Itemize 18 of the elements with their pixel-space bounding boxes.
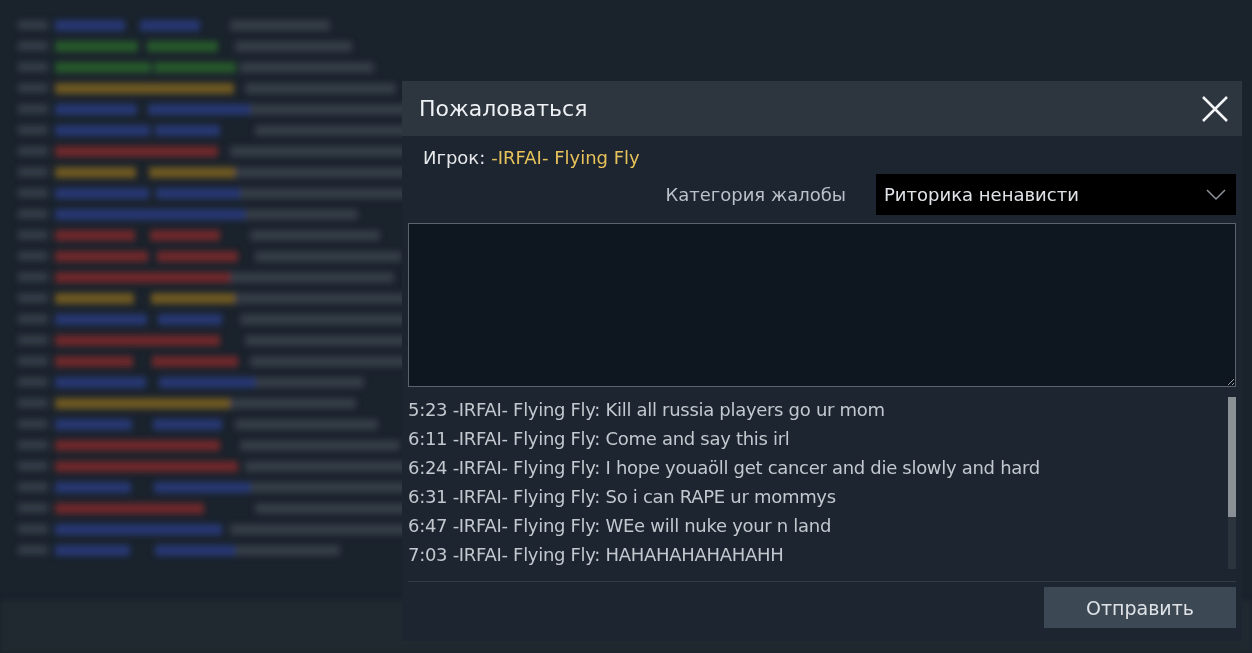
chat-message: 6:47 -IRFAI- Flying Fly: WEe will nuke your n land <box>408 514 833 538</box>
category-dropdown[interactable]: Риторика ненависти <box>876 174 1236 215</box>
chat-message: 5:23 -IRFAI- Flying Fly: Kill all russia players go ur mom <box>408 398 886 422</box>
chat-message: 6:11 -IRFAI- Flying Fly: Come and say this irl <box>408 427 791 451</box>
close-button[interactable] <box>1200 93 1230 124</box>
chevron-down-icon <box>1206 188 1226 201</box>
scrollbar-thumb[interactable] <box>1228 397 1236 518</box>
send-button[interactable]: Отправить <box>1044 587 1236 628</box>
close-icon <box>1200 93 1230 124</box>
chat-message: 6:31 -IRFAI- Flying Fly: So i can RAPE ur mommys <box>408 485 837 509</box>
category-label: Категория жалобы <box>665 184 846 205</box>
player-name: -IRFAI- Flying Fly <box>491 146 640 168</box>
scrollbar[interactable] <box>1228 397 1236 569</box>
player-label: Игрок: <box>423 146 486 168</box>
dialog-title: Пожаловаться <box>419 96 588 121</box>
comment-field[interactable] <box>408 223 1236 387</box>
chat-message: 6:24 -IRFAI- Flying Fly: I hope youaöll get cancer and die slowly and hard <box>408 456 1041 480</box>
chat-message: 7:03 -IRFAI- Flying Fly: HAHAHAHAHAHAHH <box>408 543 785 567</box>
